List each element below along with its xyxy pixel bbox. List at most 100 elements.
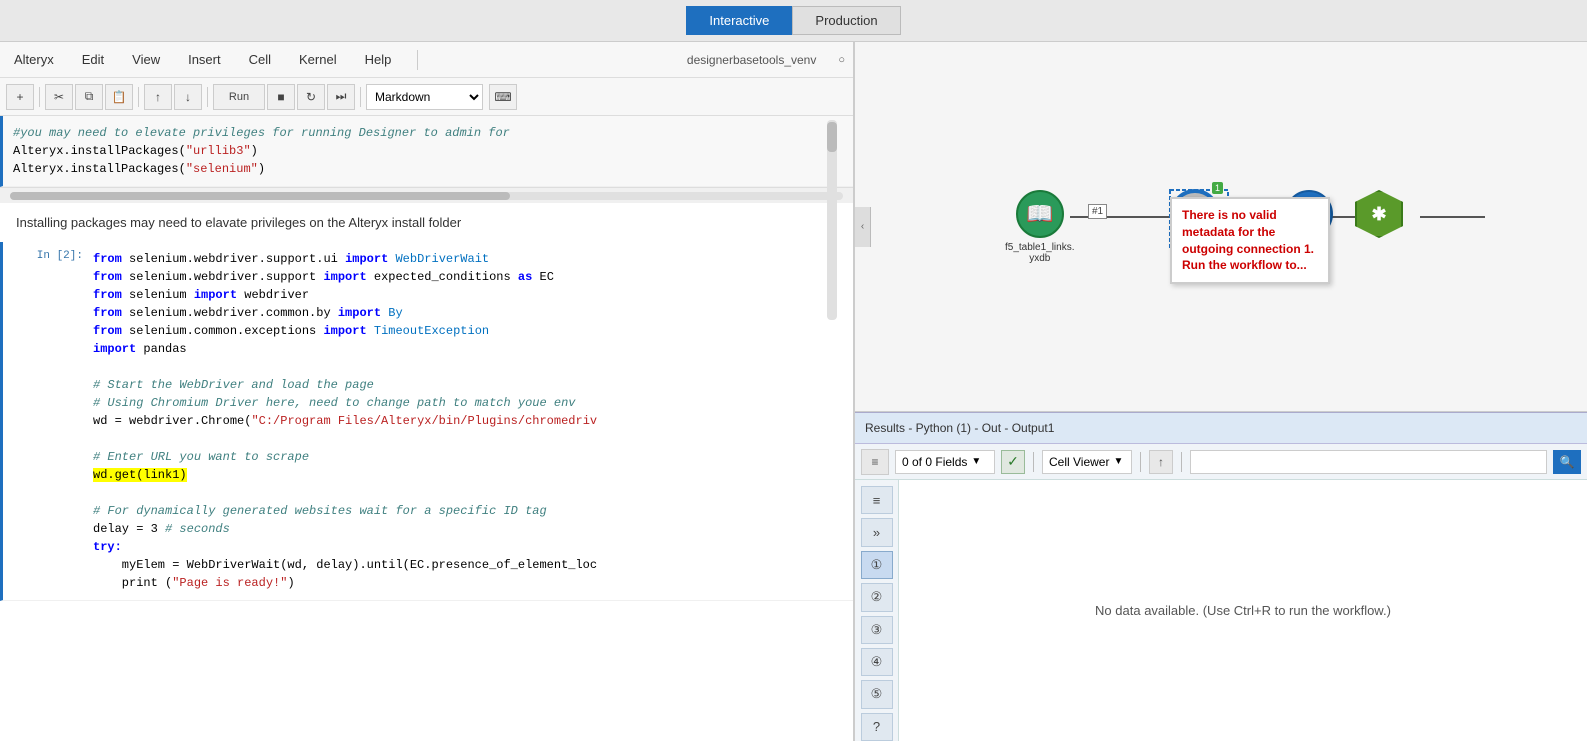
search-icon: 🔍 [1560, 455, 1575, 469]
viewer-dropdown[interactable]: Cell Viewer ▼ [1042, 450, 1132, 474]
production-tab[interactable]: Production [792, 6, 900, 35]
up-symbol: ↑ [1158, 455, 1164, 469]
node-filter-icon[interactable]: ✱ [1355, 190, 1403, 238]
menu-separator [417, 50, 418, 70]
toolbar-sep3 [207, 87, 208, 107]
results-sep2 [1140, 452, 1141, 472]
top-bar: Interactive Production [0, 0, 1587, 42]
hscroll-track [10, 192, 843, 200]
toolbar-sep4 [360, 87, 361, 107]
code-line-15: print ("Page is ready!") [93, 574, 843, 592]
jupyter-panel: Alteryx Edit View Insert Cell Kernel Hel… [0, 42, 855, 741]
up-button[interactable]: ↑ [1149, 450, 1173, 474]
code-line-4: from selenium.webdriver.common.by import… [93, 304, 843, 322]
results-sidebar: ≡ » ① ② ③ ④ ⑤ ? [855, 480, 899, 741]
code-line-1: from selenium.webdriver.support.ui impor… [93, 250, 843, 268]
move-up-button[interactable]: ↑ [144, 84, 172, 110]
toolbar-sep1 [39, 87, 40, 107]
viewer-label: Cell Viewer [1049, 455, 1109, 469]
connector-label: #1 [1088, 204, 1107, 219]
workflow-panel: 📖 f5_table1_links.yxdb #1 🔧 ! 1 ⊕ ✱ Ther… [855, 42, 1587, 412]
node-input-icon[interactable]: 📖 [1016, 190, 1064, 238]
sidebar-icon-5[interactable]: ⑤ [861, 680, 893, 708]
code-line-10: wd.get(link1) [93, 466, 843, 484]
jupyter-toolbar: + ✂ ⧉ 📋 ↑ ↓ Run ■ ↻ ⏭ Markdown Code Raw … [0, 78, 853, 116]
code-install1: Alteryx.installPackages("urllib3") [13, 142, 843, 160]
code-line-6: import pandas [93, 340, 843, 358]
sidebar-icon-2[interactable]: ② [861, 583, 893, 611]
collapse-handle[interactable]: ‹ [855, 207, 871, 247]
sidebar-icon-4[interactable]: ④ [861, 648, 893, 676]
code-block-1: #you may need to elevate privileges for … [0, 116, 853, 187]
menu-bar: Alteryx Edit View Insert Cell Kernel Hel… [0, 42, 853, 78]
results-content: No data available. (Use Ctrl+R to run th… [899, 480, 1587, 741]
sidebar-icon-3[interactable]: ③ [861, 616, 893, 644]
stop-button[interactable]: ■ [267, 84, 295, 110]
node-number-badge: 1 [1212, 182, 1223, 194]
code-comment-1: #you may need to elevate privileges for … [13, 124, 843, 142]
code-line-11 [93, 484, 843, 502]
code-comment-5: # For dynamically generated websites wai… [93, 502, 843, 520]
paste-button[interactable]: 📋 [105, 84, 133, 110]
cell2-content: from selenium.webdriver.support.ui impor… [83, 242, 853, 600]
env-label: designerbasetools_venv [687, 53, 816, 67]
code-comment-4: # Enter URL you want to scrape [93, 448, 843, 466]
menu-view[interactable]: View [126, 48, 166, 71]
code-line-3: from selenium import webdriver [93, 286, 843, 304]
results-sep1 [1033, 452, 1034, 472]
code-line-9 [93, 430, 843, 448]
results-search-button[interactable]: 🔍 [1553, 450, 1581, 474]
workflow-canvas[interactable]: 📖 f5_table1_links.yxdb #1 🔧 ! 1 ⊕ ✱ Ther… [855, 42, 1587, 411]
menu-alteryx[interactable]: Alteryx [8, 48, 60, 71]
results-panel: Results - Python (1) - Out - Output1 ≡ 0… [855, 412, 1587, 741]
node-filter[interactable]: ✱ [1355, 190, 1403, 238]
menu-kernel[interactable]: Kernel [293, 48, 343, 71]
sidebar-icon-help[interactable]: ? [861, 713, 893, 741]
code-line-2: from selenium.webdriver.support import e… [93, 268, 843, 286]
code-line-7 [93, 358, 843, 376]
fields-chevron-icon: ▼ [971, 456, 981, 467]
menu-edit[interactable]: Edit [76, 48, 110, 71]
interactive-tab[interactable]: Interactive [686, 6, 792, 35]
no-data-message: No data available. (Use Ctrl+R to run th… [1095, 603, 1391, 618]
code-block-2: In [2]: from selenium.webdriver.support.… [0, 242, 853, 601]
results-menu-icon[interactable]: ≡ [861, 449, 889, 475]
add-cell-button[interactable]: + [6, 84, 34, 110]
sidebar-icon-menu[interactable]: ≡ [861, 486, 893, 514]
code-comment-3: # Using Chromium Driver here, need to ch… [93, 394, 843, 412]
cell2-label: In [2]: [3, 242, 83, 600]
menu-insert[interactable]: Insert [182, 48, 227, 71]
viewer-chevron-icon: ▼ [1113, 456, 1123, 467]
hscroll-1[interactable] [0, 187, 853, 203]
hscroll-thumb [10, 192, 510, 200]
results-toolbar: ≡ 0 of 0 Fields ▼ ✓ Cell Viewer ▼ ↑ 🔍 [855, 444, 1587, 480]
menu-cell[interactable]: Cell [243, 48, 277, 71]
cell-type-select[interactable]: Markdown Code Raw NBConvert [366, 84, 483, 110]
run-button[interactable]: Run [213, 84, 265, 110]
cut-button[interactable]: ✂ [45, 84, 73, 110]
sidebar-icon-arrows[interactable]: » [861, 518, 893, 546]
keyboard-button[interactable]: ⌨ [489, 84, 517, 110]
node-input[interactable]: 📖 f5_table1_links.yxdb [1005, 190, 1075, 264]
fields-label: 0 of 0 Fields [902, 455, 967, 469]
env-circle: ○ [838, 54, 845, 66]
code-install2: Alteryx.installPackages("selenium") [13, 160, 843, 178]
refresh-button[interactable]: ↻ [297, 84, 325, 110]
code-line-13: try: [93, 538, 843, 556]
results-search-input[interactable] [1190, 450, 1547, 474]
code-line-12: delay = 3 # seconds [93, 520, 843, 538]
move-down-button[interactable]: ↓ [174, 84, 202, 110]
fast-forward-button[interactable]: ⏭ [327, 84, 355, 110]
fields-dropdown[interactable]: 0 of 0 Fields ▼ [895, 450, 995, 474]
code-line-8: wd = webdriver.Chrome("C:/Program Files/… [93, 412, 843, 430]
check-button[interactable]: ✓ [1001, 450, 1025, 474]
results-title: Results - Python (1) - Out - Output1 [865, 421, 1054, 435]
menu-help[interactable]: Help [359, 48, 398, 71]
code-area[interactable]: #you may need to elevate privileges for … [0, 116, 853, 741]
sidebar-icon-1[interactable]: ① [861, 551, 893, 579]
error-tooltip: There is no valid metadata for the outgo… [1170, 197, 1330, 284]
node-input-label: f5_table1_links.yxdb [1005, 242, 1075, 264]
copy-button[interactable]: ⧉ [75, 84, 103, 110]
results-header: Results - Python (1) - Out - Output1 [855, 412, 1587, 444]
install-msg: Installing packages may need to elavate … [0, 203, 853, 242]
